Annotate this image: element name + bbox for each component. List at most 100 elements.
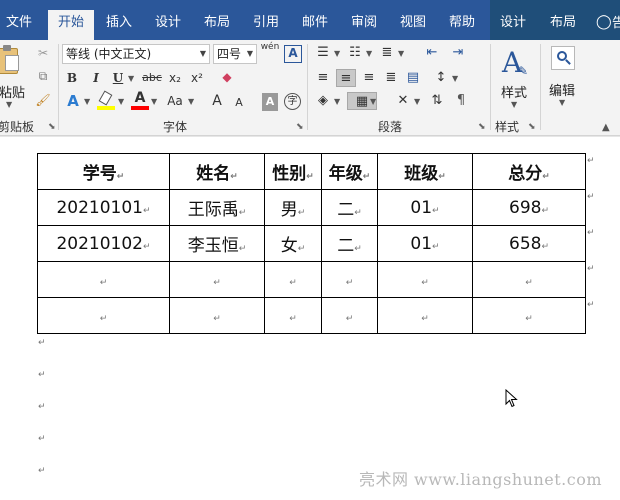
search-icon[interactable] — [551, 46, 575, 70]
bold-button[interactable]: B — [64, 69, 80, 87]
tab-insert[interactable]: 插入 — [100, 10, 138, 40]
table-header-cell[interactable]: 性别↵ — [264, 153, 322, 190]
data-table[interactable]: 学号↵ 姓名↵ 性别↵ 年级↵ 班级↵ 总分↵ 20210101↵ 王际禹↵ 男↵ 二↵ 01↵ 69… — [37, 153, 586, 334]
table-cell[interactable]: 男↵ — [264, 189, 322, 226]
enclose-characters-button[interactable]: 字 — [284, 93, 301, 110]
table-cell[interactable]: ↵ — [377, 297, 473, 334]
clear-formatting-icon[interactable]: ◆ — [218, 68, 236, 86]
lightbulb-icon[interactable]: ◯ — [596, 14, 612, 30]
table-header-cell[interactable]: 学号↵ — [37, 153, 170, 190]
chevron-down-icon[interactable]: ▼ — [370, 97, 376, 106]
multilevel-list-icon[interactable]: ≣ — [378, 44, 396, 62]
table-cell[interactable]: ↵ — [37, 261, 170, 298]
collapse-ribbon-icon[interactable]: ▲ — [602, 122, 610, 133]
table-cell[interactable]: 王际禹↵ — [169, 189, 265, 226]
clipboard-launcher-icon[interactable]: ⬊ — [48, 122, 56, 132]
table-cell[interactable]: 698↵ — [472, 189, 586, 226]
chevron-down-icon[interactable]: ▼ — [334, 97, 340, 106]
align-left-icon[interactable]: ≡ — [314, 69, 332, 87]
format-painter-icon[interactable]: 🖌 — [35, 91, 51, 109]
chevron-down-icon[interactable]: ▼ — [414, 97, 420, 106]
chevron-down-icon[interactable]: ▼ — [128, 74, 134, 83]
character-shading-button[interactable]: A — [262, 93, 278, 111]
table-cell[interactable]: 20210101↵ — [37, 189, 170, 226]
editing-button[interactable]: 编辑 — [549, 80, 575, 99]
shrink-font-button[interactable]: A — [232, 94, 246, 112]
paste-icon[interactable] — [0, 45, 19, 74]
paste-button[interactable]: 粘贴 — [0, 82, 25, 101]
paragraph-launcher-icon[interactable]: ⬊ — [478, 122, 486, 132]
sort-icon[interactable]: ⇅ — [428, 92, 446, 110]
bullets-icon[interactable]: ☰ — [314, 44, 332, 62]
chevron-down-icon[interactable]: ▼ — [247, 45, 253, 63]
table-cell[interactable]: ↵ — [37, 297, 170, 334]
underline-button[interactable]: U — [110, 69, 126, 87]
table-header-cell[interactable]: 姓名↵ — [169, 153, 265, 190]
table-cell[interactable]: 女↵ — [264, 225, 322, 262]
font-color-icon[interactable]: A — [131, 90, 149, 112]
tab-help[interactable]: 帮助 — [443, 10, 481, 40]
italic-button[interactable]: I — [88, 69, 104, 87]
change-case-button[interactable]: Aa — [164, 92, 186, 110]
strikethrough-button[interactable]: abc — [140, 69, 164, 87]
decrease-indent-icon[interactable]: ⇤ — [422, 44, 442, 62]
table-cell[interactable]: 20210102↵ — [37, 225, 170, 262]
text-effects-icon[interactable]: A — [64, 92, 82, 110]
chevron-down-icon[interactable]: ▼ — [452, 74, 458, 83]
phonetic-guide-icon[interactable]: wén — [260, 42, 280, 60]
styles-launcher-icon[interactable]: ⬊ — [528, 122, 536, 132]
copy-icon[interactable]: ⧉ — [35, 67, 51, 85]
align-center-icon[interactable]: ≡ — [336, 69, 356, 87]
table-cell[interactable]: ↵ — [169, 261, 265, 298]
tab-design[interactable]: 设计 — [149, 10, 187, 40]
tab-table-design[interactable]: 设计 — [494, 10, 532, 40]
tell-me-label[interactable]: 告 — [612, 12, 620, 31]
table-cell[interactable]: 二↵ — [321, 225, 378, 262]
styles-button[interactable]: 样式 — [501, 82, 527, 101]
table-header-cell[interactable]: 年级↵ — [321, 153, 378, 190]
table-cell[interactable]: ↵ — [321, 297, 378, 334]
tab-mailings[interactable]: 邮件 — [296, 10, 334, 40]
chevron-down-icon[interactable]: ▼ — [559, 98, 565, 107]
styles-icon[interactable]: A ✎ — [500, 46, 532, 79]
character-border-icon[interactable]: A — [284, 45, 302, 63]
chevron-down-icon[interactable]: ▼ — [151, 97, 157, 106]
table-cell[interactable]: 01↵ — [377, 189, 473, 226]
table-cell[interactable]: ↵ — [472, 261, 586, 298]
table-cell[interactable]: ↵ — [169, 297, 265, 334]
chevron-down-icon[interactable]: ▼ — [84, 97, 90, 106]
table-cell[interactable]: 658↵ — [472, 225, 586, 262]
chevron-down-icon[interactable]: ▼ — [398, 49, 404, 58]
table-cell[interactable]: 01↵ — [377, 225, 473, 262]
font-size-combo[interactable]: 四号 ▼ — [213, 44, 257, 64]
line-spacing-icon[interactable]: ↕ — [432, 69, 450, 87]
chevron-down-icon[interactable]: ▼ — [334, 49, 340, 58]
document-page[interactable]: 学号↵ 姓名↵ 性别↵ 年级↵ 班级↵ 总分↵ 20210101↵ 王际禹↵ 男↵ 二↵ 01↵ 69… — [0, 137, 620, 500]
subscript-button[interactable]: x₂ — [166, 69, 184, 87]
cut-icon[interactable]: ✂ — [35, 44, 51, 62]
superscript-button[interactable]: x² — [188, 69, 206, 87]
chevron-down-icon[interactable]: ▼ — [118, 97, 124, 106]
tab-layout[interactable]: 布局 — [198, 10, 236, 40]
chevron-down-icon[interactable]: ▼ — [366, 49, 372, 58]
table-cell[interactable]: 李玉恒↵ — [169, 225, 265, 262]
chevron-down-icon[interactable]: ▼ — [511, 100, 517, 109]
show-marks-icon[interactable]: ¶ — [452, 92, 470, 110]
table-cell[interactable]: ↵ — [472, 297, 586, 334]
tab-references[interactable]: 引用 — [247, 10, 285, 40]
tab-review[interactable]: 审阅 — [345, 10, 383, 40]
table-header-cell[interactable]: 总分↵ — [472, 153, 586, 190]
chinese-layout-icon[interactable]: ✕ — [393, 92, 413, 110]
table-cell[interactable]: ↵ — [377, 261, 473, 298]
tab-view[interactable]: 视图 — [394, 10, 432, 40]
table-cell[interactable]: ↵ — [264, 261, 322, 298]
shading-icon[interactable]: ◈ — [314, 92, 332, 110]
table-cell[interactable]: ↵ — [321, 261, 378, 298]
chevron-down-icon[interactable]: ▼ — [188, 97, 194, 106]
increase-indent-icon[interactable]: ⇥ — [448, 44, 468, 62]
highlight-color-icon[interactable] — [97, 90, 115, 111]
numbering-icon[interactable]: ☷ — [346, 44, 364, 62]
table-header-cell[interactable]: 班级↵ — [377, 153, 473, 190]
table-cell[interactable]: ↵ — [264, 297, 322, 334]
font-launcher-icon[interactable]: ⬊ — [296, 122, 304, 132]
